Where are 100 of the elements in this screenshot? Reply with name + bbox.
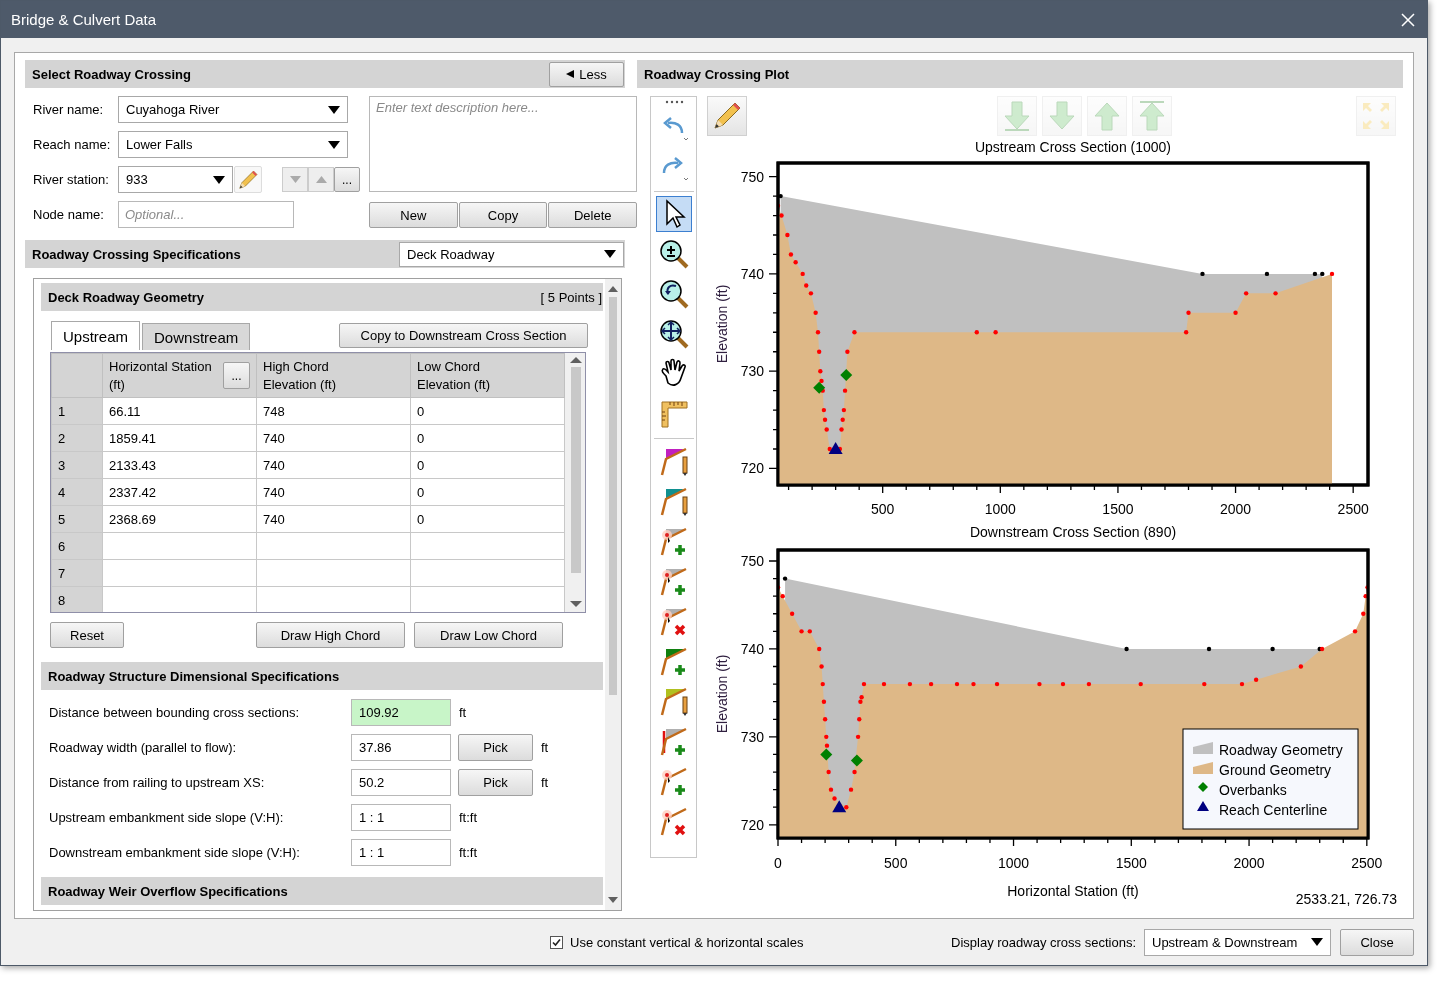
caret-icon — [1311, 938, 1323, 946]
input-field[interactable]: 50.2 — [351, 769, 451, 796]
axis-tick-label: 740 — [740, 265, 764, 282]
input-field[interactable]: 109.92 — [351, 699, 451, 726]
legend-label: Ground Geometry — [1219, 762, 1332, 778]
pick-button[interactable]: Pick — [458, 769, 533, 796]
tool-button[interactable] — [655, 196, 692, 232]
caret-icon — [328, 140, 340, 149]
pencil-icon — [711, 100, 743, 132]
tab[interactable]: Upstream — [51, 321, 141, 350]
vertex-dot — [816, 349, 822, 354]
close-icon[interactable] — [1401, 12, 1415, 27]
table-cell[interactable]: 66.11 — [102, 397, 257, 425]
zoom-icon — [657, 318, 690, 350]
table-cell[interactable]: 2337.42 — [102, 478, 257, 506]
vertex-dot — [1138, 681, 1143, 687]
vertex-dot — [1183, 330, 1189, 335]
less-button[interactable]: Less — [549, 61, 624, 87]
pencil-icon — [237, 168, 259, 191]
table-cell[interactable]: 748 — [256, 397, 411, 425]
axis-tick-label: 730 — [740, 363, 764, 380]
table-cell[interactable]: 740 — [256, 424, 411, 452]
table-cell[interactable]: 740 — [256, 478, 411, 506]
axis-tick-label: 2000 — [1220, 501, 1252, 517]
vertex-dot — [832, 796, 837, 801]
table-cell[interactable] — [256, 532, 411, 560]
vertex-dot — [842, 388, 848, 393]
axis-tick-label: 750 — [740, 553, 764, 569]
node-name-field[interactable]: Optional... — [118, 201, 294, 228]
table-cell[interactable] — [410, 532, 565, 560]
axis-tick-label: 2500 — [1337, 501, 1369, 517]
previous-station-button[interactable] — [282, 167, 308, 192]
vertex-dot — [848, 787, 854, 792]
table-cell[interactable]: 1859.41 — [102, 424, 257, 452]
action-button[interactable]: Delete — [548, 202, 637, 228]
field-label: Node name: — [33, 207, 105, 222]
vertex-dot — [1298, 664, 1304, 669]
more-button[interactable]: ... — [223, 362, 250, 389]
checkbox[interactable] — [550, 935, 563, 949]
vertex-dot — [789, 611, 795, 616]
close-button[interactable]: Close — [1340, 928, 1414, 956]
pick-button[interactable]: Pick — [458, 734, 533, 761]
table-cell[interactable] — [102, 559, 257, 587]
vertex-dot — [1264, 271, 1270, 277]
cursor-coordinates: 2533.21, 726.73 — [1295, 891, 1397, 907]
crossing-type-dropdown[interactable]: Deck Roadway — [399, 241, 624, 267]
table-cell[interactable] — [102, 532, 257, 560]
row-number: 2 — [51, 424, 103, 452]
vertex-dot — [822, 717, 828, 722]
table-cell[interactable] — [256, 559, 411, 587]
table-cell[interactable]: 0 — [410, 451, 565, 479]
table-cell[interactable]: 2368.69 — [102, 505, 257, 533]
reset-button[interactable]: Reset — [50, 622, 124, 648]
copy-button[interactable]: Copy to Downstream Cross Section — [339, 323, 588, 348]
vertex-dot — [1329, 271, 1335, 277]
caret-icon — [289, 176, 301, 183]
edit-button[interactable] — [234, 166, 262, 193]
vertex-dot — [782, 576, 788, 581]
table-cell[interactable]: 740 — [256, 505, 411, 533]
table-cell[interactable]: 740 — [256, 451, 411, 479]
next-station-button[interactable] — [308, 167, 334, 192]
vertex-dot — [780, 593, 785, 599]
section-title: Select Roadway Crossing — [32, 66, 191, 82]
display-dropdown[interactable]: Upstream & Downstream — [1144, 928, 1331, 956]
action-button[interactable]: Copy — [458, 202, 548, 228]
expand-icon — [1360, 100, 1392, 132]
row-number: 4 — [51, 478, 103, 506]
description-field[interactable]: Enter text description here... — [369, 96, 637, 192]
axis-tick-label: 750 — [740, 168, 764, 185]
draw-button[interactable]: Draw High Chord — [256, 622, 405, 648]
row-number: 7 — [51, 559, 103, 587]
field-label: Upstream embankment side slope (V:H): — [49, 810, 285, 825]
vertex-dot — [971, 681, 976, 687]
table-cell[interactable]: 0 — [410, 478, 565, 506]
river-station-dropdown[interactable]: 933 — [118, 166, 233, 193]
table-cell[interactable] — [410, 559, 565, 587]
vertex-dot — [1186, 310, 1191, 315]
vertex-dot — [1312, 271, 1318, 277]
table-cell[interactable]: 0 — [410, 397, 565, 425]
draw-button[interactable]: Draw Low Chord — [414, 622, 563, 648]
table-cell[interactable]: 0 — [410, 505, 565, 533]
action-button[interactable]: New — [369, 202, 458, 228]
table-cell[interactable]: 2133.43 — [102, 451, 257, 479]
row-number: 5 — [51, 505, 103, 533]
caret-icon — [566, 70, 575, 78]
more-button[interactable]: ... — [334, 167, 360, 192]
diamond-marker — [840, 369, 853, 382]
table-cell[interactable]: 0 — [410, 424, 565, 452]
vertex-dot — [993, 330, 998, 335]
reach-name-dropdown[interactable]: Lower Falls — [118, 131, 348, 158]
field-label: Downstream embankment side slope (V:H): — [49, 845, 301, 860]
window-title: Bridge & Culvert Data — [11, 11, 157, 28]
vertex-dot — [824, 427, 829, 432]
section-title: Roadway Structure Dimensional Specifications — [48, 668, 340, 684]
edit-button[interactable] — [707, 96, 747, 136]
input-field[interactable]: 1 : 1 — [351, 839, 451, 866]
tab[interactable]: Downstream — [142, 323, 251, 350]
input-field[interactable]: 1 : 1 — [351, 804, 451, 831]
input-field[interactable]: 37.86 — [351, 734, 451, 761]
river-name-dropdown[interactable]: Cuyahoga River — [118, 96, 348, 123]
